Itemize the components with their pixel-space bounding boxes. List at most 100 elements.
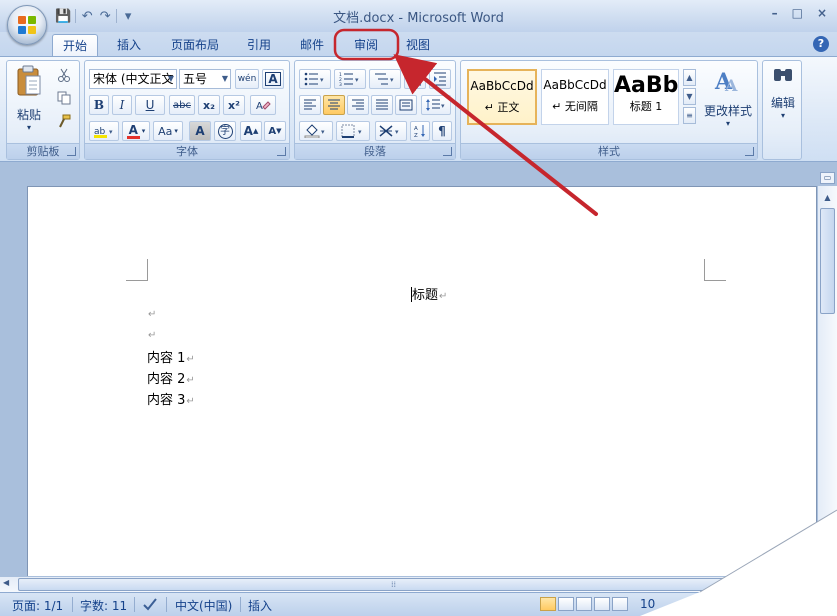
superscript-button[interactable]: x² <box>223 95 245 115</box>
vertical-scrollbar[interactable]: ▭ ▲ <box>817 172 837 592</box>
style-heading-1[interactable]: AaBb 标题 1 <box>613 69 679 125</box>
clipboard-launcher-icon[interactable] <box>67 147 76 156</box>
shrink-font-button[interactable]: A ▼ <box>264 121 286 141</box>
close-button[interactable]: × <box>817 6 827 20</box>
status-language[interactable]: 中文(中国) <box>175 597 232 614</box>
cut-button[interactable] <box>53 65 75 85</box>
status-separator <box>166 597 167 612</box>
proofing-icon[interactable] <box>142 597 158 614</box>
font-launcher-icon[interactable] <box>277 147 286 156</box>
numbering-button[interactable]: 123 ▾ <box>334 69 366 89</box>
tab-view[interactable]: 视图 <box>396 34 440 56</box>
change-case-button[interactable]: Aa ▾ <box>153 121 183 141</box>
strikethrough-button[interactable]: abc <box>169 95 195 115</box>
tab-insert[interactable]: 插入 <box>108 34 150 56</box>
justify-button[interactable] <box>371 95 393 115</box>
font-name-combo[interactable]: 宋体 (中文正文 ▼ <box>89 69 177 89</box>
full-screen-reading-view-icon[interactable] <box>558 597 574 611</box>
justify-icon <box>376 99 388 110</box>
char-border-button[interactable]: A <box>262 69 284 89</box>
italic-button[interactable]: I <box>112 95 132 115</box>
document-page[interactable]: 标题↵ ↵ ↵ 内容 1↵ 内容 2↵ 内容 3↵ <box>27 186 817 592</box>
distributed-button[interactable] <box>395 95 417 115</box>
align-center-icon <box>328 99 340 110</box>
editing-label: 编辑 <box>770 96 795 110</box>
status-zoom[interactable]: 10 <box>640 597 655 611</box>
phonetic-guide-button[interactable]: wén <box>235 69 259 89</box>
show-marks-button[interactable]: ¶ <box>432 121 452 141</box>
svg-text:▾: ▾ <box>320 76 324 84</box>
shading-button[interactable]: ▾ <box>299 121 333 141</box>
font-color-icon: A <box>126 124 140 139</box>
status-insert-mode[interactable]: 插入 <box>248 597 272 614</box>
copy-button[interactable] <box>53 88 75 108</box>
styles-more-icon[interactable]: ≡ <box>683 107 696 124</box>
styles-launcher-icon[interactable] <box>745 147 754 156</box>
ruler-toggle-icon[interactable]: ▭ <box>820 172 835 184</box>
minimize-button[interactable]: – <box>772 6 778 20</box>
tab-home[interactable]: 开始 <box>52 34 98 56</box>
align-center-button[interactable] <box>323 95 345 115</box>
underline-button[interactable]: U <box>135 95 165 115</box>
align-right-button[interactable] <box>347 95 369 115</box>
style-normal[interactable]: AaBbCcDd ↵ 正文 <box>467 69 537 125</box>
line-spacing-button[interactable]: ▾ <box>421 95 451 115</box>
borders-button[interactable]: ▾ <box>336 121 370 141</box>
status-word-count[interactable]: 字数: 11 <box>80 597 127 614</box>
styles-scroll-up-icon[interactable]: ▲ <box>683 69 696 86</box>
tab-page-layout[interactable]: 页面布局 <box>160 34 230 56</box>
office-button[interactable] <box>7 5 47 45</box>
bold-button[interactable]: B <box>89 95 109 115</box>
status-page[interactable]: 页面: 1/1 <box>12 597 63 614</box>
ribbon: 粘贴 ▾ 剪贴板 宋体 (中文正文 ▼ 五号 ▼ wén A B I U abc… <box>0 56 837 162</box>
scroll-left-icon[interactable]: ◀ <box>3 578 9 587</box>
highlight-button[interactable]: ab ▾ <box>89 121 119 141</box>
paragraph-mark: ↵ <box>186 375 195 386</box>
document-title-line[interactable]: 标题↵ <box>411 284 447 303</box>
sort-button[interactable]: AZ <box>410 121 430 141</box>
font-size-combo[interactable]: 五号 ▼ <box>179 69 231 89</box>
bullets-button[interactable]: ▾ <box>299 69 331 89</box>
group-paragraph: ▾ 123 ▾ ▾ ▾ ▾ ▾ ▾ A Z ¶ 段落 <box>294 60 456 160</box>
change-styles-icon: A A <box>714 69 738 95</box>
align-left-button[interactable] <box>299 95 321 115</box>
empty-line-1[interactable]: ↵ <box>147 306 156 321</box>
scroll-up-icon[interactable]: ▲ <box>820 190 835 205</box>
help-icon[interactable]: ? <box>813 36 829 52</box>
outline-view-icon[interactable] <box>594 597 610 611</box>
empty-line-2[interactable]: ↵ <box>147 327 156 342</box>
style-no-spacing[interactable]: AaBbCcDd ↵ 无间隔 <box>541 69 609 125</box>
subscript-button[interactable]: x₂ <box>198 95 220 115</box>
horizontal-scroll-thumb[interactable]: ⁞⁞ <box>18 578 778 591</box>
styles-scroll-down-icon[interactable]: ▼ <box>683 88 696 105</box>
tab-mailings[interactable]: 邮件 <box>290 34 334 56</box>
format-painter-button[interactable] <box>53 111 75 131</box>
crop-mark-top-left <box>126 259 148 281</box>
content-line-1[interactable]: 内容 1↵ <box>147 347 195 366</box>
horizontal-scrollbar[interactable]: ◀ ⁞⁞ <box>0 576 837 592</box>
content-line-3[interactable]: 内容 3↵ <box>147 389 195 408</box>
enclose-chars-button[interactable]: 字 <box>214 121 236 141</box>
increase-indent-button[interactable] <box>429 69 451 89</box>
print-layout-view-icon[interactable] <box>540 597 556 611</box>
clear-formatting-button[interactable]: A <box>250 95 276 115</box>
grow-font-button[interactable]: A ▲ <box>240 121 262 141</box>
char-shading-button[interactable]: A <box>189 121 211 141</box>
chinese-layout-button[interactable]: ▾ <box>375 121 407 141</box>
font-color-button[interactable]: A ▾ <box>122 121 150 141</box>
change-styles-button[interactable]: A A 更改样式 ▾ <box>699 65 757 139</box>
maximize-button[interactable]: □ <box>792 6 803 20</box>
editing-button[interactable]: 编辑 ▾ <box>765 65 801 155</box>
paste-dropdown-icon: ▾ <box>26 123 31 132</box>
tab-references[interactable]: 引用 <box>238 34 280 56</box>
draft-view-icon[interactable] <box>612 597 628 611</box>
shrink-font-caret: ▼ <box>276 127 282 135</box>
tab-review[interactable]: 审阅 <box>344 34 388 56</box>
content-line-2[interactable]: 内容 2↵ <box>147 368 195 387</box>
paste-button[interactable]: 粘贴 ▾ <box>11 65 47 135</box>
vertical-scroll-thumb[interactable] <box>820 208 835 314</box>
decrease-indent-button[interactable] <box>404 69 426 89</box>
web-layout-view-icon[interactable] <box>576 597 592 611</box>
multilevel-list-button[interactable]: ▾ <box>369 69 401 89</box>
paragraph-launcher-icon[interactable] <box>443 147 452 156</box>
